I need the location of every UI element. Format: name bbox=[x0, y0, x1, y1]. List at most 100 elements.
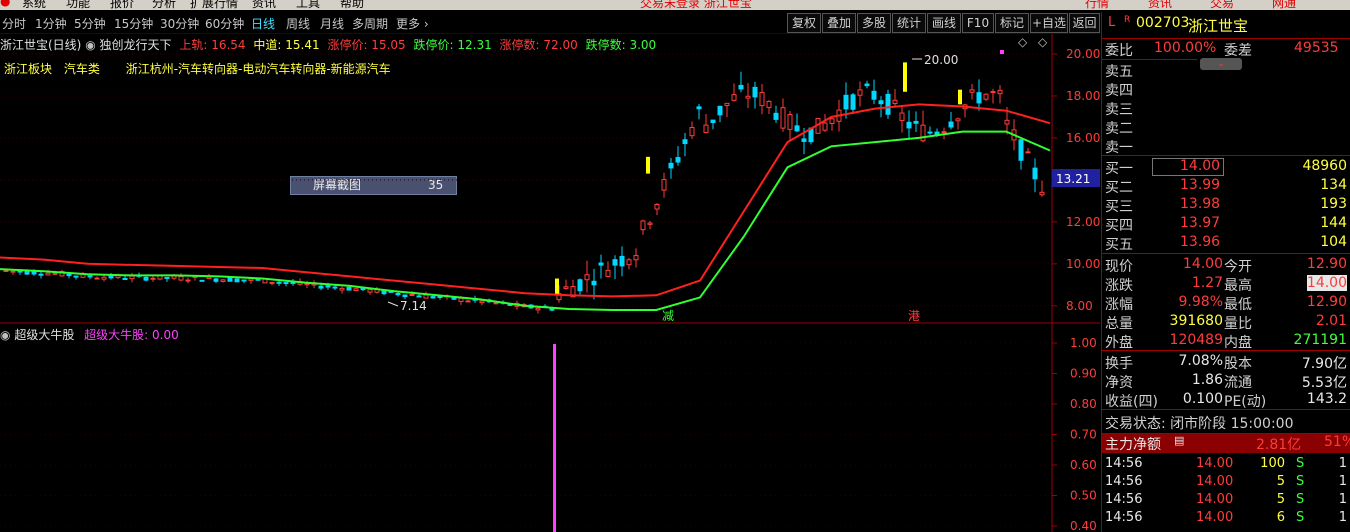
candle-body bbox=[682, 139, 688, 145]
bid-row: 买一 14.00 48960 bbox=[1102, 158, 1350, 177]
event-mark-gang[interactable]: 港 bbox=[908, 309, 920, 323]
candle-body bbox=[3, 270, 9, 273]
candle-body bbox=[745, 95, 751, 99]
candle-body bbox=[899, 112, 905, 122]
candle-body bbox=[647, 222, 653, 225]
high-annotation: 20.00 bbox=[924, 53, 958, 67]
divider bbox=[1102, 409, 1350, 410]
sub-y-tick-label: 0.80 bbox=[1070, 397, 1097, 411]
tick-vol: 5 bbox=[1276, 492, 1285, 507]
tick-vol: 100 bbox=[1260, 456, 1285, 471]
period-15min[interactable]: 15分钟 bbox=[114, 15, 153, 32]
candle-body bbox=[1004, 119, 1010, 125]
candle-body bbox=[675, 157, 681, 163]
stat-label: PE(动) bbox=[1224, 394, 1267, 410]
menu-right-news[interactable]: 资讯 bbox=[1148, 0, 1172, 10]
stat-value: 1.27 bbox=[1191, 275, 1223, 291]
period-60min[interactable]: 60分钟 bbox=[205, 15, 244, 32]
period-weekly[interactable]: 周线 bbox=[286, 15, 310, 32]
divider bbox=[1102, 59, 1197, 60]
stat-value: 5.53亿 bbox=[1301, 375, 1347, 391]
y-tick-label: 16.00 bbox=[1066, 131, 1100, 145]
current-price-tag: 13.21 bbox=[1056, 172, 1090, 186]
bid-row: 买五 13.96 104 bbox=[1102, 234, 1350, 253]
candle-body bbox=[633, 255, 639, 261]
menu-item-tools[interactable]: 工具 bbox=[296, 0, 320, 10]
menu-right-quote[interactable]: 行情 bbox=[1085, 0, 1109, 10]
period-30min[interactable]: 30分钟 bbox=[160, 15, 199, 32]
tool-multi-stock-button[interactable]: 多股 bbox=[857, 13, 891, 33]
weibi-value: 100.00% bbox=[1154, 40, 1217, 56]
tool-back-button[interactable]: 返回 bbox=[1069, 13, 1100, 33]
candle-body bbox=[458, 297, 464, 302]
candle-body bbox=[1032, 167, 1038, 180]
period-monthly[interactable]: 月线 bbox=[320, 15, 344, 32]
candle-body bbox=[941, 131, 947, 134]
candle-body bbox=[955, 118, 961, 122]
candle-body bbox=[990, 91, 996, 94]
tool-overlay-button[interactable]: 叠加 bbox=[822, 13, 856, 33]
stat-value: 12.90 bbox=[1306, 294, 1347, 310]
candle-body bbox=[409, 293, 415, 296]
menu-item-function[interactable]: 功能 bbox=[66, 0, 90, 10]
period-5min[interactable]: 5分钟 bbox=[74, 15, 106, 32]
candle-body bbox=[612, 259, 618, 266]
sub-indicator-chart[interactable]: 1.00 0.90 0.80 0.70 0.60 0.50 0.40 bbox=[0, 324, 1100, 532]
tool-stats-button[interactable]: 统计 bbox=[892, 13, 926, 33]
flow-list-icon[interactable]: ▤ bbox=[1174, 434, 1184, 447]
main-flow-row[interactable]: 主力净额 ▤ 2.81亿 51% bbox=[1102, 434, 1350, 453]
tool-mark-button[interactable]: 标记 bbox=[995, 13, 1029, 33]
stat-row: 涨幅 9.98% 最低 12.90 bbox=[1102, 294, 1350, 313]
menu-item-news[interactable]: 资讯 bbox=[252, 0, 276, 10]
candle-body bbox=[913, 120, 919, 124]
menu-item-quote[interactable]: 报价 bbox=[110, 0, 134, 10]
period-multi[interactable]: 多周期 bbox=[352, 15, 388, 32]
bid-vol: 134 bbox=[1320, 177, 1347, 193]
y-tick-label: 8.00 bbox=[1066, 299, 1093, 313]
menu-item-extended[interactable]: 扩展行情 bbox=[190, 0, 238, 10]
menu-right-trade[interactable]: 交易 bbox=[1210, 0, 1234, 10]
period-1min[interactable]: 1分钟 bbox=[35, 15, 67, 32]
stat-label: 涨幅 bbox=[1105, 297, 1133, 313]
candle-body bbox=[353, 288, 359, 291]
app-logo-icon: ● bbox=[0, 0, 11, 8]
candle-body bbox=[367, 289, 373, 293]
y-tick-label: 12.00 bbox=[1066, 215, 1100, 229]
candle-body bbox=[885, 93, 891, 115]
tool-draw-button[interactable]: 画线 bbox=[927, 13, 961, 33]
period-more[interactable]: 更多 › bbox=[396, 15, 429, 32]
stat-row: 换手 7.08% 股本 7.90亿 bbox=[1102, 353, 1350, 372]
period-daily[interactable]: 日线 bbox=[251, 15, 275, 32]
weibi-row: 委比 100.00% 委差 49535 bbox=[1102, 40, 1350, 59]
chart-close-diamond-icon[interactable]: ◇ bbox=[1038, 35, 1048, 49]
sub-y-tick-label: 0.90 bbox=[1070, 367, 1097, 381]
candle-body bbox=[731, 94, 737, 101]
candle-body bbox=[206, 276, 212, 280]
stat-label: 今开 bbox=[1224, 259, 1252, 275]
tool-f10-button[interactable]: F10 bbox=[962, 13, 994, 33]
menu-item-help[interactable]: 帮助 bbox=[340, 0, 364, 10]
menu-item-analysis[interactable]: 分析 bbox=[152, 0, 176, 10]
menu-item-system[interactable]: 系统 bbox=[22, 0, 46, 10]
main-kline-chart[interactable]: 20.0018.0016.0014.0012.0010.008.00 20.00… bbox=[0, 34, 1100, 324]
candle-body bbox=[906, 121, 912, 129]
divider bbox=[1102, 38, 1350, 39]
divider bbox=[1102, 155, 1350, 156]
candle-body bbox=[220, 279, 226, 282]
ask-label: 卖二 bbox=[1105, 121, 1133, 137]
tool-add-watchlist-button[interactable]: +自选 bbox=[1030, 13, 1068, 33]
candle-body bbox=[563, 286, 569, 289]
tool-restore-rights-button[interactable]: 复权 bbox=[787, 13, 821, 33]
quote-flag-r: R bbox=[1124, 15, 1131, 25]
candle-body bbox=[801, 138, 807, 142]
chart-settings-diamond-icon[interactable]: ◇ bbox=[1018, 35, 1028, 49]
bid-price: 13.97 bbox=[1180, 215, 1221, 231]
limit-up-candle bbox=[555, 278, 559, 296]
sub-y-tick-label: 0.50 bbox=[1070, 489, 1097, 503]
tick-count: 1 bbox=[1338, 474, 1347, 489]
period-tick[interactable]: 分时 bbox=[2, 15, 26, 32]
series-line-1 bbox=[0, 130, 1051, 311]
event-mark-jian[interactable]: 减 bbox=[662, 309, 674, 323]
sub-axis-labels: 1.00 0.90 0.80 0.70 0.60 0.50 0.40 bbox=[1052, 336, 1097, 532]
menu-right-net[interactable]: 网通 bbox=[1272, 0, 1296, 10]
